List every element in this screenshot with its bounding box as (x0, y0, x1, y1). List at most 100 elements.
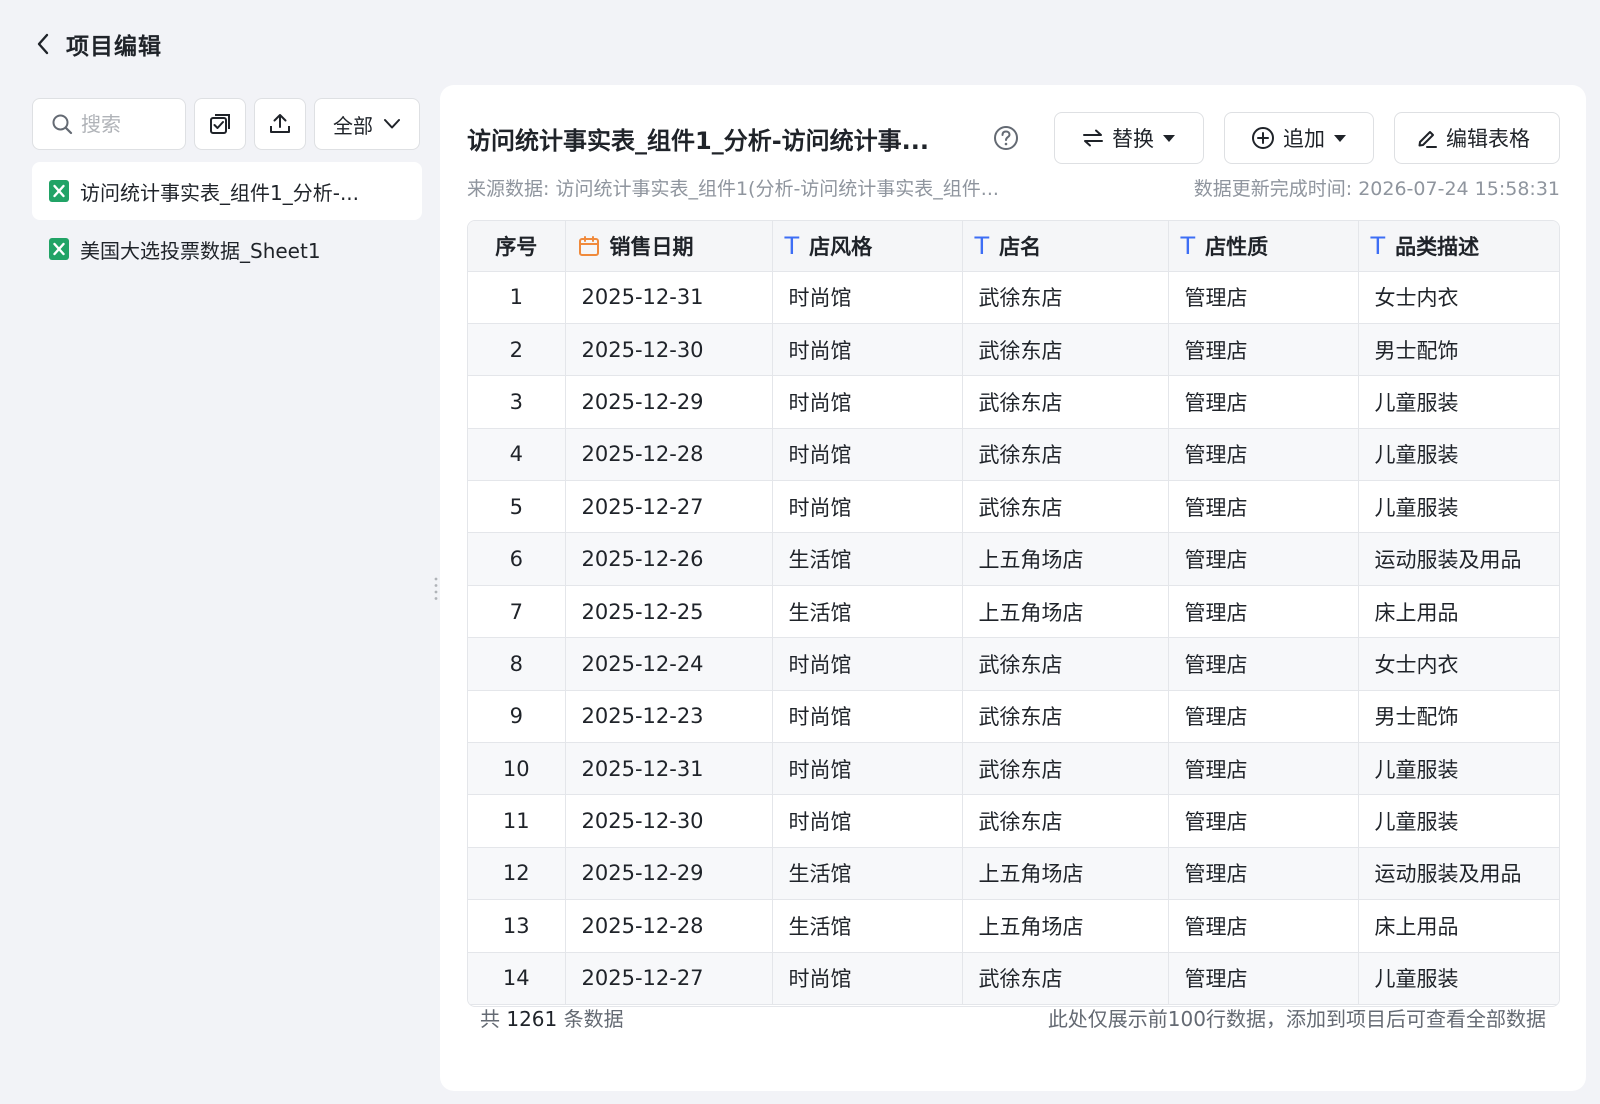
update-info: 数据更新完成时间: 2026-07-24 15:58:31 (1194, 174, 1560, 204)
table-cell: 武徐东店 (962, 323, 1169, 377)
text-type-icon: T (784, 231, 800, 260)
total-count: 共 1261 条数据 (480, 1003, 624, 1033)
table-cell: 2025-12-25 (565, 585, 773, 639)
table-cell: 武徐东店 (962, 637, 1169, 691)
help-icon[interactable] (993, 125, 1019, 151)
file-name: 美国大选投票数据_Sheet1 (80, 238, 321, 263)
total-number: 1261 (506, 1007, 558, 1031)
table-cell: 男士配饰 (1358, 323, 1559, 377)
table-cell: 管理店 (1168, 271, 1359, 324)
table-body: 1 2025-12-31 时尚馆 武徐东店 管理店 女士内衣 2 2025-12-30 时尚馆武… (468, 271, 1559, 1005)
table-cell: 武徐东店 (962, 794, 1169, 848)
table-cell: 床上用品 (1358, 585, 1559, 639)
replace-label: 替换 (1112, 127, 1154, 151)
table-cell: 时尚馆 (772, 794, 963, 848)
preview-note: 此处仅展示前100行数据，添加到项目后可查看全部数据 (1047, 1007, 1546, 1031)
excel-file-icon (49, 180, 69, 202)
table-cell: 6 (468, 532, 566, 586)
batch-select-button[interactable] (194, 98, 246, 150)
table-cell: 管理店 (1168, 375, 1359, 429)
table-row: 5 2025-12-27 时尚馆 武徐东店 管理店 儿童服装 (468, 480, 1559, 534)
table-cell: 11 (468, 794, 566, 848)
file-item-0[interactable]: 访问统计事实表_组件1_分析-... (32, 162, 422, 220)
table-cell: 2025-12-30 (565, 794, 773, 848)
plus-circle-icon (1252, 127, 1274, 149)
checkbox-multi-icon (210, 114, 230, 134)
total-suffix: 条数据 (563, 1007, 624, 1031)
upload-button[interactable] (254, 98, 306, 150)
table-cell: 管理店 (1168, 847, 1359, 901)
table-header-row: 序号 销售日期 T 店风格 T 店名 T 店性质 T 品类描述 (468, 221, 1559, 272)
column-header-date[interactable]: 销售日期 (565, 221, 773, 272)
table-cell: 上五角场店 (962, 532, 1169, 586)
back-button[interactable] (28, 29, 58, 59)
table-row: 10 2025-12-31 时尚馆 武徐东店 管理店 儿童服装 (468, 742, 1559, 796)
column-header-category[interactable]: T 品类描述 (1358, 221, 1559, 272)
file-list: 访问统计事实表_组件1_分析-... 美国大选投票数据_Sheet1 (32, 162, 422, 278)
table-cell: 10 (468, 742, 566, 796)
table-row: 4 2025-12-28 时尚馆 武徐东店 管理店 儿童服装 (468, 428, 1559, 482)
table-cell: 时尚馆 (772, 637, 963, 691)
file-sidebar: 全部 访问统计事实表_组件1_分析-... 美国大选投票数据_Sheet1 (32, 98, 422, 278)
filter-dropdown[interactable]: 全部 (314, 98, 420, 150)
table-cell: 管理店 (1168, 323, 1359, 377)
table-cell: 时尚馆 (772, 480, 963, 534)
calendar-icon (578, 235, 599, 256)
column-header-store-type[interactable]: T 店性质 (1168, 221, 1359, 272)
text-type-icon: T (974, 231, 990, 260)
table-row: 14 2025-12-27 时尚馆 武徐东店 管理店 儿童服装 (468, 952, 1559, 1005)
replace-button[interactable]: 替换 (1054, 112, 1204, 164)
column-header-style[interactable]: T 店风格 (772, 221, 963, 272)
table-cell: 生活馆 (772, 532, 963, 586)
edit-table-button[interactable]: 编辑表格 (1394, 112, 1560, 164)
file-item-1[interactable]: 美国大选投票数据_Sheet1 (32, 220, 422, 278)
table-cell: 12 (468, 847, 566, 901)
table-row: 8 2025-12-24 时尚馆 武徐东店 管理店 女士内衣 (468, 637, 1559, 691)
table-cell: 2025-12-27 (565, 952, 773, 1005)
column-header-store-name[interactable]: T 店名 (962, 221, 1169, 272)
table-cell: 上五角场店 (962, 585, 1169, 639)
append-label: 追加 (1283, 127, 1325, 151)
source-value: 访问统计事实表_组件1(分析-访问统计事实表_组件... (555, 178, 999, 200)
update-label: 数据更新完成时间: (1193, 178, 1353, 200)
table-cell: 生活馆 (772, 899, 963, 953)
table-footer: 共 1261 条数据 此处仅展示前100行数据，添加到项目后可查看全部数据 (480, 1003, 1546, 1033)
table-cell: 男士配饰 (1358, 690, 1559, 744)
table-row: 1 2025-12-31 时尚馆 武徐东店 管理店 女士内衣 (468, 271, 1559, 324)
table-cell: 武徐东店 (962, 375, 1169, 429)
text-type-icon: T (1180, 231, 1196, 260)
table-cell: 床上用品 (1358, 899, 1559, 953)
text-type-icon: T (1370, 231, 1386, 260)
table-row: 12 2025-12-29 生活馆 上五角场店 管理店 运动服装及用品 (468, 847, 1559, 901)
append-button[interactable]: 追加 (1224, 112, 1374, 164)
table-cell: 管理店 (1168, 899, 1359, 953)
table-cell: 武徐东店 (962, 742, 1169, 796)
table-cell: 2025-12-27 (565, 480, 773, 534)
table-row: 2 2025-12-30 时尚馆 武徐东店 管理店 男士配饰 (468, 323, 1559, 377)
project-edit-page: 项目编辑 全部 访问统计事实表_组件1_分析-... (0, 0, 1600, 1104)
table-cell: 8 (468, 637, 566, 691)
table-cell: 儿童服装 (1358, 742, 1559, 796)
table-cell: 2025-12-31 (565, 742, 773, 796)
table-cell: 时尚馆 (772, 428, 963, 482)
column-label: 店名 (999, 234, 1042, 259)
table-cell: 武徐东店 (962, 952, 1169, 1005)
column-header-index[interactable]: 序号 (468, 221, 566, 272)
table-cell: 1 (468, 271, 566, 324)
table-cell: 4 (468, 428, 566, 482)
table-cell: 时尚馆 (772, 742, 963, 796)
data-table-container[interactable]: 序号 销售日期 T 店风格 T 店名 T 店性质 T 品类描述 1 2025-12-31 时… (467, 220, 1560, 1007)
search-box[interactable] (32, 98, 186, 150)
table-cell: 武徐东店 (962, 428, 1169, 482)
table-cell: 时尚馆 (772, 690, 963, 744)
table-cell: 13 (468, 899, 566, 953)
table-cell: 3 (468, 375, 566, 429)
search-input[interactable] (81, 112, 181, 136)
table-cell: 5 (468, 480, 566, 534)
column-label: 品类描述 (1395, 234, 1480, 259)
filter-label: 全部 (333, 113, 373, 138)
panel-header: 访问统计事实表_组件1_分析-访问统计事... 替换 追加 编辑表格 (467, 112, 1560, 164)
table-cell: 2025-12-23 (565, 690, 773, 744)
table-cell: 运动服装及用品 (1358, 847, 1559, 901)
caret-down-icon (1163, 135, 1175, 142)
